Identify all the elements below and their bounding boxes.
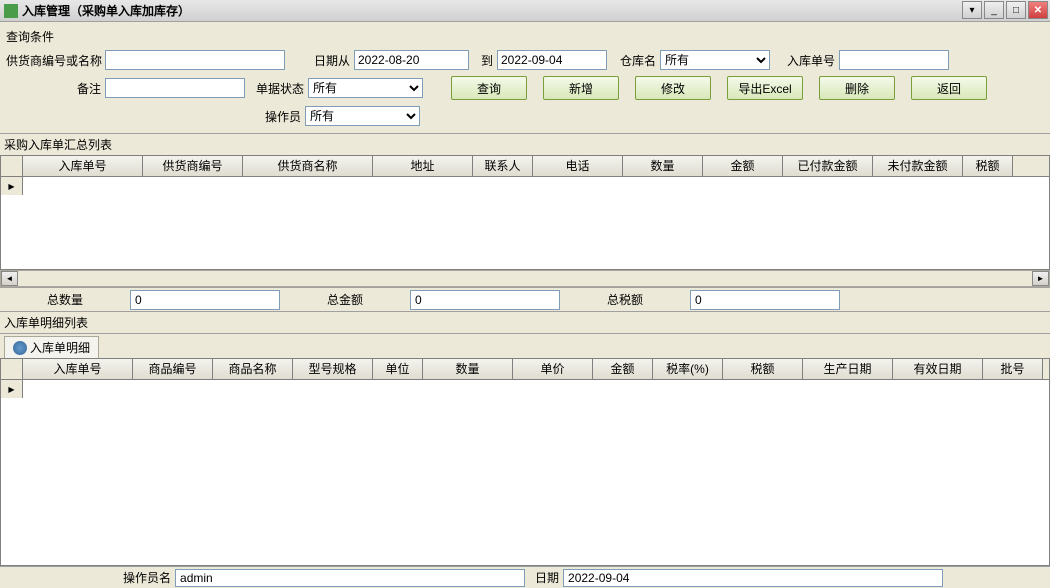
total-tax-label: 总税额 <box>560 291 690 308</box>
order-no-input[interactable] <box>839 50 949 70</box>
column-header[interactable]: 商品名称 <box>213 359 293 379</box>
warehouse-label: 仓库名 <box>611 52 656 69</box>
summary-grid[interactable]: 入库单号供货商编号供货商名称地址联系人电话数量金额已付款金额未付款金额税额 <box>0 155 1050 270</box>
column-header[interactable]: 数量 <box>423 359 513 379</box>
window-title: 入库管理（采购单入库加库存） <box>22 2 190 19</box>
remark-input[interactable] <box>105 78 245 98</box>
column-header[interactable]: 单价 <box>513 359 593 379</box>
order-no-label: 入库单号 <box>780 52 835 69</box>
status-operator-value: admin <box>175 569 525 587</box>
total-amount-value: 0 <box>410 290 560 310</box>
tab-label: 入库单明细 <box>30 339 90 356</box>
status-operator-label: 操作员名 <box>123 569 171 586</box>
total-tax-value: 0 <box>690 290 840 310</box>
total-qty-value: 0 <box>130 290 280 310</box>
detail-grid-title: 入库单明细列表 <box>0 311 1050 333</box>
globe-icon <box>13 341 27 355</box>
row-indicator[interactable] <box>1 177 23 195</box>
remark-label: 备注 <box>6 80 101 97</box>
row-indicator[interactable] <box>1 380 23 398</box>
status-date-label: 日期 <box>535 569 559 586</box>
export-button[interactable]: 导出Excel <box>727 76 803 100</box>
column-header[interactable]: 型号规格 <box>293 359 373 379</box>
column-header[interactable]: 生产日期 <box>803 359 893 379</box>
summary-scrollbar[interactable]: ◄ ► <box>0 270 1050 287</box>
query-panel: 查询条件 供货商编号或名称 日期从 到 仓库名 所有 入库单号 备注 单据状态 … <box>0 22 1050 133</box>
close-button[interactable]: ✕ <box>1028 1 1048 19</box>
date-from-input[interactable] <box>354 50 469 70</box>
status-bar: 操作员名 admin 日期 2022-09-04 <box>0 566 1050 588</box>
row-selector-header <box>1 359 23 379</box>
maximize-button[interactable]: □ <box>1006 1 1026 19</box>
modify-button[interactable]: 修改 <box>635 76 711 100</box>
totals-row: 总数量 0 总金额 0 总税额 0 <box>0 287 1050 311</box>
summary-grid-title: 采购入库单汇总列表 <box>0 133 1050 155</box>
column-header[interactable]: 金额 <box>593 359 653 379</box>
tab-bar: 入库单明细 <box>0 333 1050 358</box>
column-header[interactable]: 联系人 <box>473 156 533 176</box>
doc-status-select[interactable]: 所有 <box>308 78 423 98</box>
scroll-right-button[interactable]: ► <box>1032 271 1049 286</box>
detail-grid[interactable]: 入库单号商品编号商品名称型号规格单位数量单价金额税率(%)税额生产日期有效日期批… <box>0 358 1050 566</box>
date-from-label: 日期从 <box>305 52 350 69</box>
detail-grid-header: 入库单号商品编号商品名称型号规格单位数量单价金额税率(%)税额生产日期有效日期批… <box>1 359 1049 380</box>
supplier-input[interactable] <box>105 50 285 70</box>
column-header[interactable]: 税额 <box>963 156 1013 176</box>
restore-down-button[interactable]: ▾ <box>962 1 982 19</box>
date-to-label: 到 <box>473 52 493 69</box>
column-header[interactable]: 电话 <box>533 156 623 176</box>
add-button[interactable]: 新增 <box>543 76 619 100</box>
column-header[interactable]: 商品编号 <box>133 359 213 379</box>
delete-button[interactable]: 删除 <box>819 76 895 100</box>
titlebar: 入库管理（采购单入库加库存） ▾ _ □ ✕ <box>0 0 1050 22</box>
column-header[interactable]: 入库单号 <box>23 156 143 176</box>
column-header[interactable]: 数量 <box>623 156 703 176</box>
warehouse-select[interactable]: 所有 <box>660 50 770 70</box>
total-amount-label: 总金额 <box>280 291 410 308</box>
column-header[interactable]: 税率(%) <box>653 359 723 379</box>
column-header[interactable]: 单位 <box>373 359 423 379</box>
row-selector-header <box>1 156 23 176</box>
status-date-value: 2022-09-04 <box>563 569 943 587</box>
query-title: 查询条件 <box>6 26 1044 47</box>
operator-select[interactable]: 所有 <box>305 106 420 126</box>
column-header[interactable]: 地址 <box>373 156 473 176</box>
date-to-input[interactable] <box>497 50 607 70</box>
column-header[interactable]: 税额 <box>723 359 803 379</box>
column-header[interactable]: 未付款金额 <box>873 156 963 176</box>
column-header[interactable]: 入库单号 <box>23 359 133 379</box>
column-header[interactable]: 有效日期 <box>893 359 983 379</box>
scroll-left-button[interactable]: ◄ <box>1 271 18 286</box>
minimize-button[interactable]: _ <box>984 1 1004 19</box>
query-button[interactable]: 查询 <box>451 76 527 100</box>
column-header[interactable]: 供货商名称 <box>243 156 373 176</box>
total-qty-label: 总数量 <box>0 291 130 308</box>
app-icon <box>4 4 18 18</box>
tab-detail[interactable]: 入库单明细 <box>4 336 99 358</box>
supplier-label: 供货商编号或名称 <box>6 52 101 69</box>
doc-status-label: 单据状态 <box>249 80 304 97</box>
column-header[interactable]: 供货商编号 <box>143 156 243 176</box>
summary-grid-header: 入库单号供货商编号供货商名称地址联系人电话数量金额已付款金额未付款金额税额 <box>1 156 1049 177</box>
return-button[interactable]: 返回 <box>911 76 987 100</box>
operator-label: 操作员 <box>6 108 301 125</box>
column-header[interactable]: 已付款金额 <box>783 156 873 176</box>
column-header[interactable]: 批号 <box>983 359 1043 379</box>
column-header[interactable]: 金额 <box>703 156 783 176</box>
